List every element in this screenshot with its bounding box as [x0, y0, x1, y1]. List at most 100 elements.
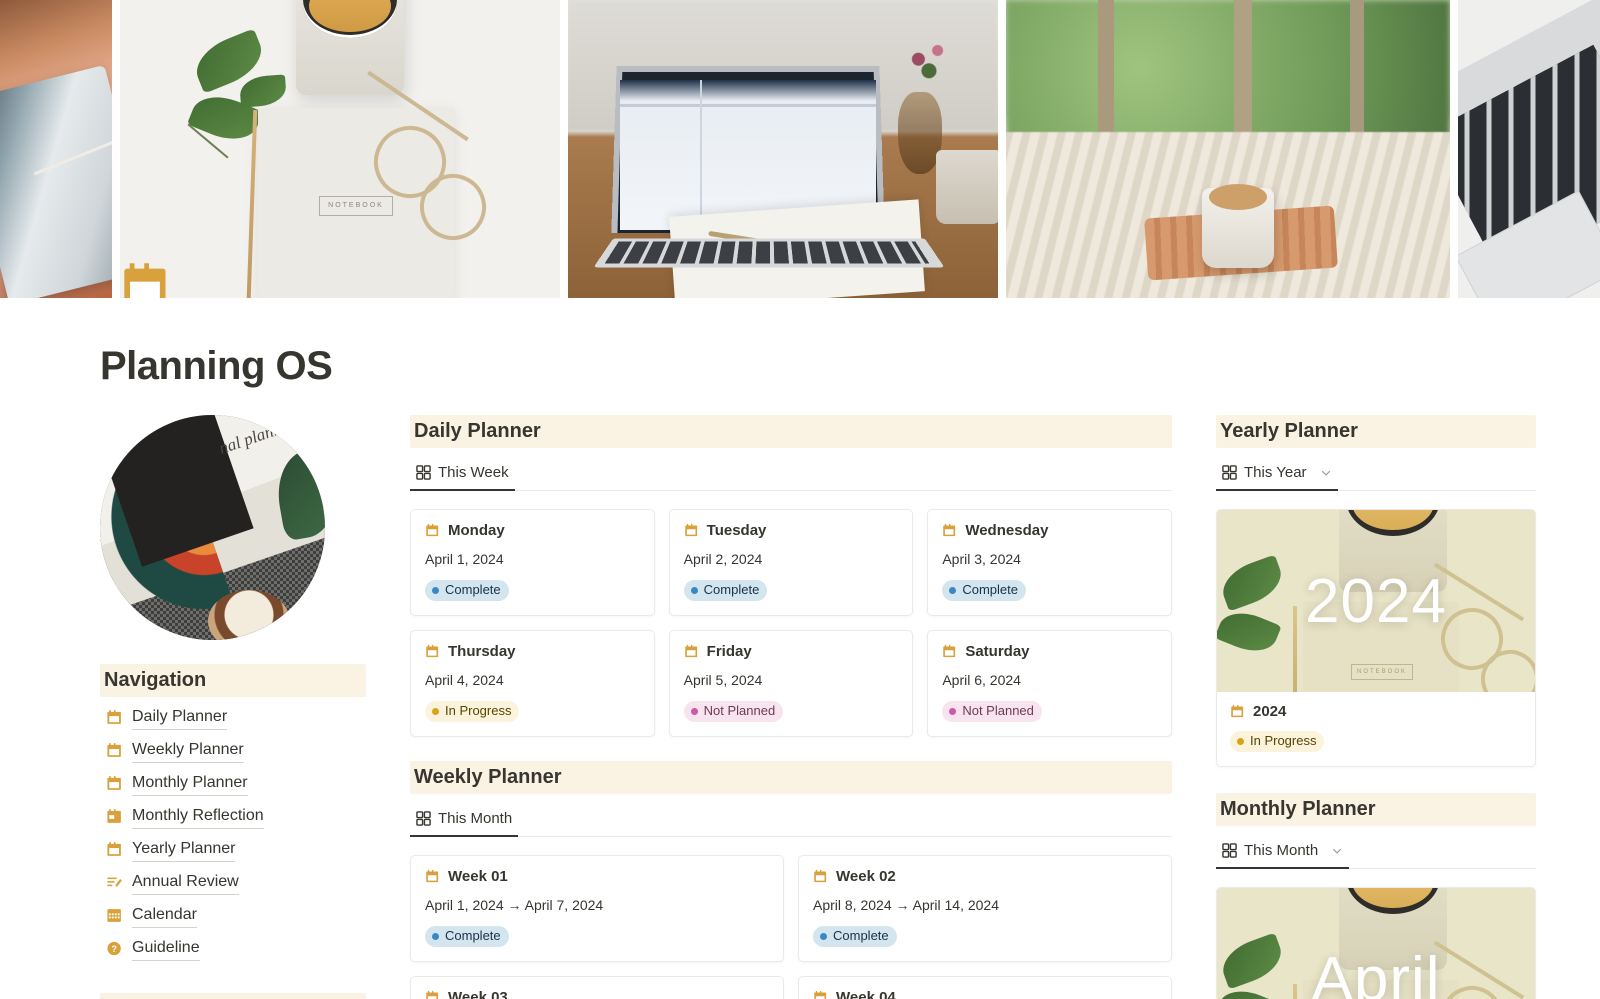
card-date: April 1, 2024 → April 7, 2024	[425, 897, 769, 913]
status-badge: Complete	[684, 580, 768, 601]
gallery-view-icon	[1222, 465, 1237, 480]
calendar-icon	[684, 523, 699, 538]
calendar-icon	[425, 644, 440, 659]
navigation-list: Daily Planner Weekly Planner Monthly Pla…	[100, 701, 366, 965]
table-row[interactable]: Monday April 1, 2024 Complete	[410, 509, 655, 616]
sidebar-item-label: Yearly Planner	[132, 837, 235, 862]
card-date: April 5, 2024	[684, 672, 899, 688]
tab-label: This Year	[1244, 464, 1307, 481]
status-badge: Not Planned	[684, 701, 784, 722]
card-title: Wednesday	[965, 522, 1048, 539]
daily-planner-cards: Monday April 1, 2024 Complete Tuesday Ap…	[410, 509, 1172, 737]
status-label: Complete	[833, 927, 889, 945]
table-row[interactable]: Week 03	[410, 976, 784, 999]
monthly-planner-heading: Monthly Planner	[1216, 793, 1536, 826]
card-title: Week 02	[836, 868, 896, 885]
tab-this-month-right[interactable]: This Month	[1216, 838, 1349, 869]
status-label: Complete	[704, 581, 760, 599]
card-title-row: Week 03	[425, 989, 769, 999]
tab-this-year[interactable]: This Year	[1216, 460, 1338, 491]
list-pencil-icon	[106, 874, 123, 891]
chevron-down-icon[interactable]	[1320, 467, 1332, 479]
table-row[interactable]: Saturday April 6, 2024 Not Planned	[927, 630, 1172, 737]
sidebar-item-daily-planner[interactable]: Daily Planner	[100, 701, 366, 734]
sidebar-item-calendar[interactable]: Calendar	[100, 899, 366, 932]
table-row[interactable]: Tuesday April 2, 2024 Complete	[669, 509, 914, 616]
calendar-icon	[106, 709, 123, 726]
sidebar-item-yearly-planner[interactable]: Yearly Planner	[100, 833, 366, 866]
status-badge: Complete	[942, 580, 1026, 601]
card-title: Friday	[707, 643, 752, 660]
tab-label: This Week	[438, 464, 509, 481]
calendar-icon	[425, 990, 440, 999]
table-row[interactable]: Week 01 April 1, 2024 → April 7, 2024 Co…	[410, 855, 784, 962]
calendar-grid-icon	[106, 907, 123, 924]
calendar-note-icon	[106, 808, 123, 825]
sidebar-item-guideline[interactable]: ? Guideline	[100, 932, 366, 965]
sidebar-item-label: Monthly Reflection	[132, 804, 264, 829]
table-row[interactable]: Friday April 5, 2024 Not Planned	[669, 630, 914, 737]
card-title-row: Saturday	[942, 643, 1157, 660]
sidebar-item-weekly-planner[interactable]: Weekly Planner	[100, 734, 366, 767]
sidebar-item-label: Calendar	[132, 903, 197, 928]
card-title: Week 03	[448, 989, 508, 999]
status-label: In Progress	[445, 702, 511, 720]
card-date: April 3, 2024	[942, 551, 1157, 567]
tab-this-week[interactable]: This Week	[410, 460, 515, 491]
cover-photo-1	[0, 0, 112, 298]
sidebar-item-annual-review[interactable]: Annual Review	[100, 866, 366, 899]
status-badge: In Progress	[425, 701, 519, 722]
card-title-row: 2024	[1230, 703, 1522, 720]
card-title-row: Wednesday	[942, 522, 1157, 539]
main-content: Daily Planner This Week Monday April 1, …	[410, 415, 1172, 999]
question-circle-icon: ?	[106, 940, 123, 957]
weekly-planner-cards: Week 01 April 1, 2024 → April 7, 2024 Co…	[410, 855, 1172, 999]
sidebar-item-monthly-reflection[interactable]: Monthly Reflection	[100, 800, 366, 833]
table-row[interactable]: Week 02 April 8, 2024 → April 14, 2024 C…	[798, 855, 1172, 962]
daily-planner-heading: Daily Planner	[410, 415, 1172, 448]
calendar-icon	[106, 775, 123, 792]
sidebar-item-monthly-planner[interactable]: Monthly Planner	[100, 767, 366, 800]
card-title: Saturday	[965, 643, 1029, 660]
sidebar-item-label: Weekly Planner	[132, 738, 244, 763]
calendar-icon	[813, 869, 828, 884]
card-title-row: Friday	[684, 643, 899, 660]
status-label: Complete	[962, 581, 1018, 599]
card-title: Week 01	[448, 868, 508, 885]
cover-photo-2: NOTEBOOK	[120, 0, 560, 298]
calendar-icon[interactable]	[118, 258, 174, 298]
status-label: Not Planned	[962, 702, 1034, 720]
cover-photo-5	[1458, 0, 1600, 298]
calendar-icon	[942, 523, 957, 538]
sidebar-item-label: Annual Review	[132, 870, 239, 895]
table-row[interactable]: Wednesday April 3, 2024 Complete	[927, 509, 1172, 616]
right-sidebar: Yearly Planner This Year NOTEBOOK 2024 2…	[1216, 415, 1536, 999]
sidebar-item-label: Daily Planner	[132, 705, 227, 730]
calendar-icon	[942, 644, 957, 659]
yearly-planner-card[interactable]: NOTEBOOK 2024 2024 In Progress	[1216, 509, 1536, 767]
weekly-planner-heading: Weekly Planner	[410, 761, 1172, 794]
gallery-view-icon	[1222, 843, 1237, 858]
table-row[interactable]: Week 04	[798, 976, 1172, 999]
card-date: April 2, 2024	[684, 551, 899, 567]
cover-overlay-text: April	[1217, 888, 1535, 999]
sidebar-item-label: Guideline	[132, 936, 200, 961]
calendar-icon	[813, 990, 828, 999]
cover-photo-3	[568, 0, 998, 298]
card-title-row: Tuesday	[684, 522, 899, 539]
card-title-row: Thursday	[425, 643, 640, 660]
card-title: Monday	[448, 522, 505, 539]
chevron-down-icon[interactable]	[1331, 845, 1343, 857]
card-date: April 8, 2024 → April 14, 2024	[813, 897, 1157, 913]
status-label: Complete	[445, 927, 501, 945]
monthly-planner-card[interactable]: April	[1216, 887, 1536, 999]
avatar: nal planner	[100, 415, 325, 640]
calendar-icon	[106, 841, 123, 858]
gallery-view-icon	[416, 811, 431, 826]
sidebar-item-label: Monthly Planner	[132, 771, 248, 796]
tab-this-month[interactable]: This Month	[410, 806, 518, 837]
calendar-icon	[1230, 704, 1245, 719]
calendar-icon	[425, 523, 440, 538]
status-label: Complete	[445, 581, 501, 599]
table-row[interactable]: Thursday April 4, 2024 In Progress	[410, 630, 655, 737]
